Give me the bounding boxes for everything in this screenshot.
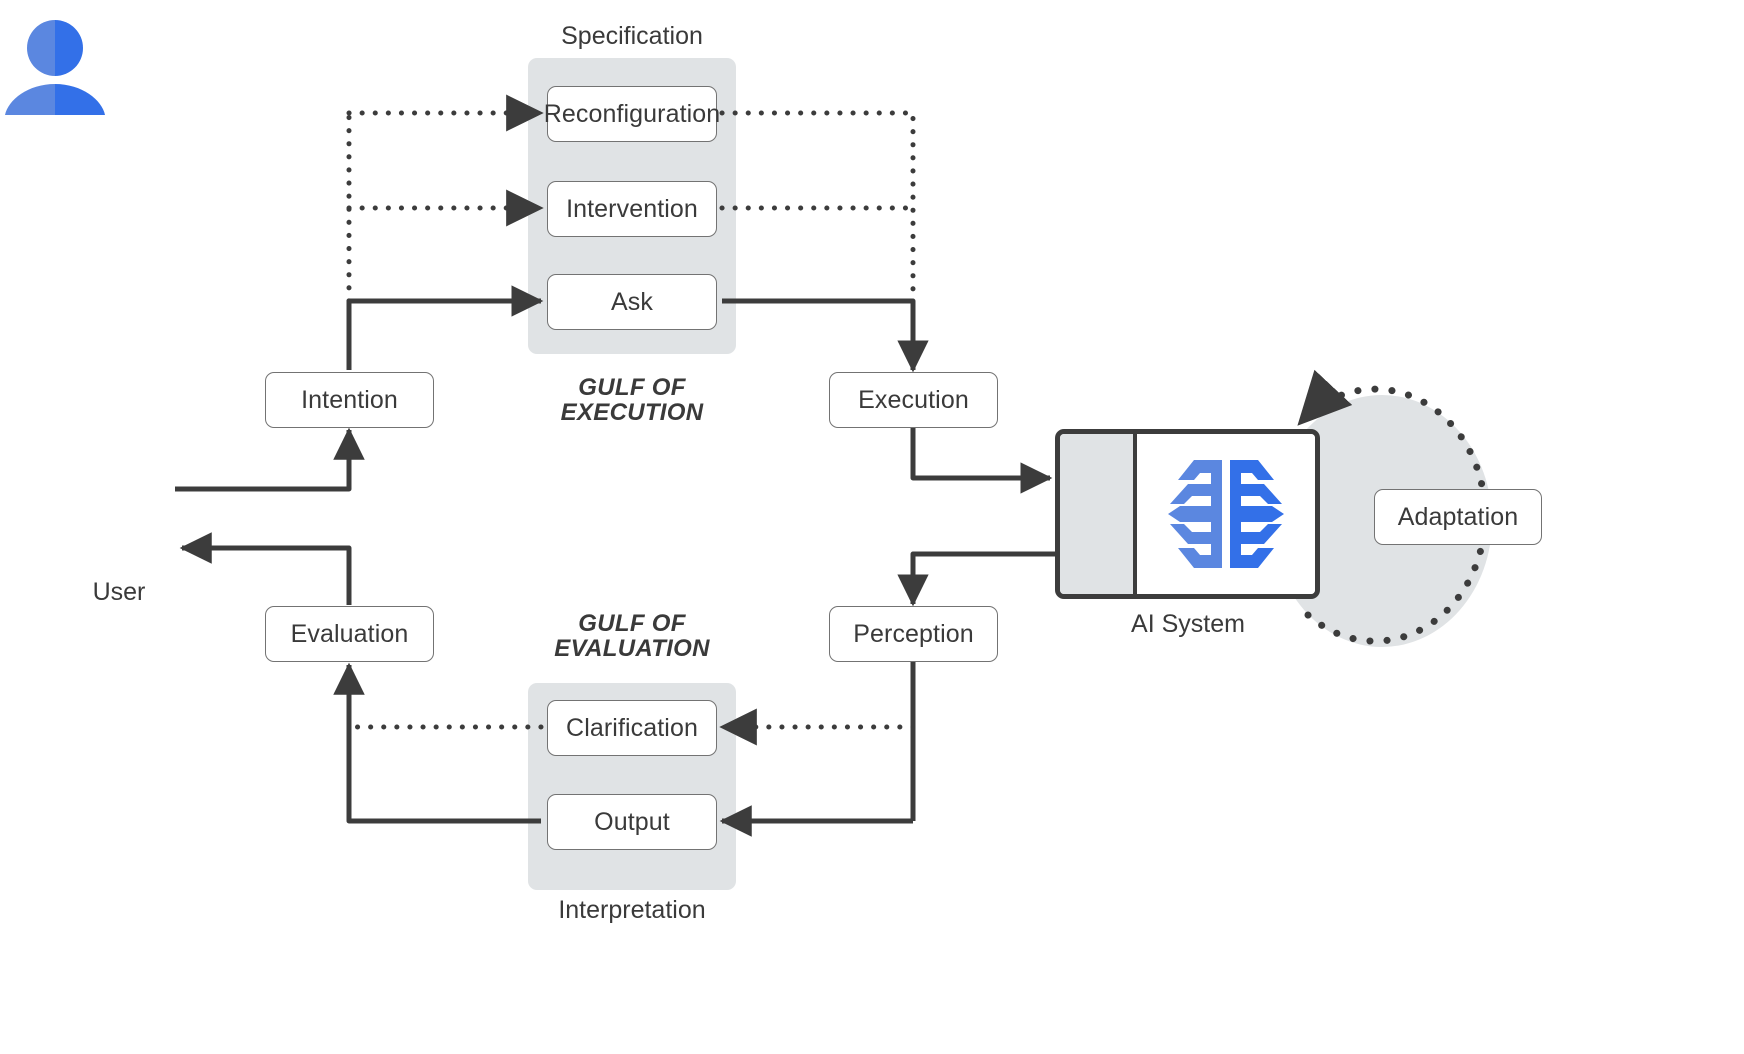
user-avatar-icon <box>0 0 110 115</box>
node-clarification[interactable]: Clarification <box>547 700 717 756</box>
node-ask[interactable]: Ask <box>547 274 717 330</box>
gulf-of-execution-label: GULF OF EXECUTION <box>560 374 704 427</box>
ai-system-box[interactable] <box>1055 429 1320 599</box>
diagram-canvas: Specification Interpretation GULF OF EXE… <box>0 0 1744 1054</box>
node-perception[interactable]: Perception <box>829 606 998 662</box>
specification-label: Specification <box>561 22 703 50</box>
ai-system-spine <box>1060 434 1137 594</box>
edge-user-to-intention <box>175 427 365 492</box>
node-intervention[interactable]: Intervention <box>547 181 717 237</box>
edge-reconfiguration-to-execution <box>719 110 916 297</box>
node-intention[interactable]: Intention <box>265 372 434 428</box>
node-evaluation[interactable]: Evaluation <box>265 606 434 662</box>
edge-intention-to-ask <box>346 285 544 370</box>
edge-ai-system-to-perception <box>897 551 1056 607</box>
brain-icon <box>1166 456 1286 572</box>
node-adaptation[interactable]: Adaptation <box>1374 489 1542 545</box>
user-label: User <box>92 578 146 606</box>
node-output[interactable]: Output <box>547 794 717 850</box>
edge-execution-to-ai-system <box>910 428 1053 494</box>
gulf-of-evaluation-label: GULF OF EVALUATION <box>554 610 710 663</box>
edge-output-to-evaluation <box>333 662 541 824</box>
ai-system-face <box>1137 434 1315 594</box>
node-reconfiguration[interactable]: Reconfiguration <box>544 86 720 142</box>
edge-evaluation-to-user <box>179 532 352 605</box>
node-execution[interactable]: Execution <box>829 372 998 428</box>
interpretation-label: Interpretation <box>558 896 706 924</box>
ai-system-label: AI System <box>1131 610 1245 638</box>
edge-ask-to-execution <box>722 298 929 373</box>
